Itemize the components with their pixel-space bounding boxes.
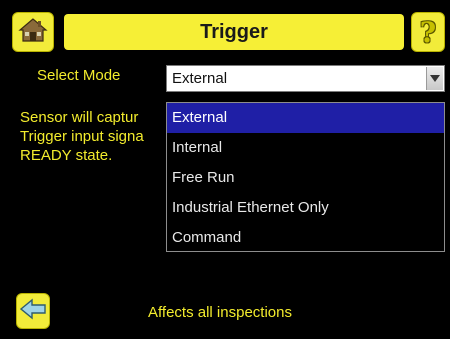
back-button[interactable] xyxy=(16,293,50,329)
home-button[interactable] xyxy=(12,12,54,52)
mode-dropdown-list: External Internal Free Run Industrial Et… xyxy=(166,102,445,252)
help-icon: ? xyxy=(419,15,437,49)
dropdown-option-internal[interactable]: Internal xyxy=(167,133,444,163)
dropdown-option-industrial-ethernet-only[interactable]: Industrial Ethernet Only xyxy=(167,193,444,223)
back-arrow-icon xyxy=(19,298,46,325)
mode-select-value: External xyxy=(172,70,228,87)
dropdown-option-external[interactable]: External xyxy=(167,103,444,133)
title-bar: Trigger xyxy=(64,14,404,50)
dropdown-option-command[interactable]: Command xyxy=(167,223,444,253)
chevron-down-icon[interactable] xyxy=(426,67,443,90)
mode-select[interactable]: External xyxy=(166,65,445,92)
help-button[interactable]: ? xyxy=(411,12,445,52)
page-title: Trigger xyxy=(200,20,268,43)
select-mode-label: Select Mode xyxy=(37,67,121,84)
dropdown-option-free-run[interactable]: Free Run xyxy=(167,163,444,193)
home-icon xyxy=(18,16,48,49)
footer-note: Affects all inspections xyxy=(148,304,292,321)
trigger-screen: Trigger ? Select Mode External Sensor wi… xyxy=(0,0,450,339)
